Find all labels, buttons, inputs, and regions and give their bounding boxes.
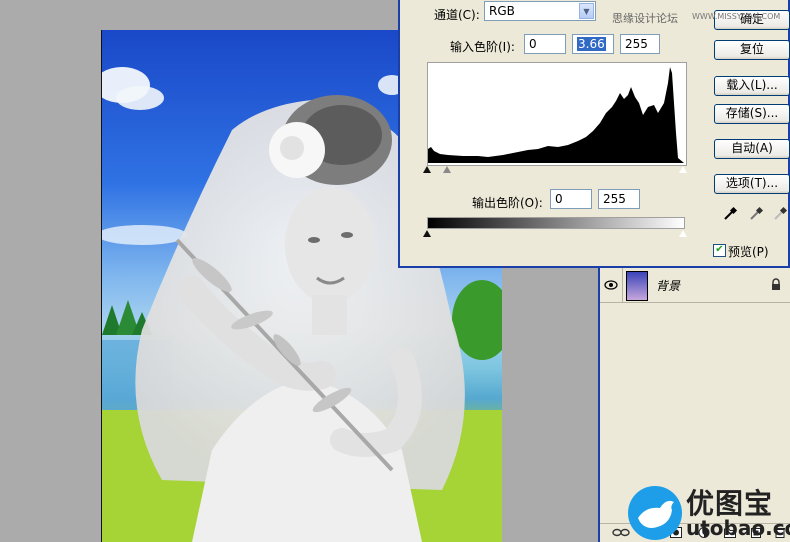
eye-icon [604, 280, 618, 290]
save-button[interactable]: 存储(S)... [714, 104, 790, 124]
white-eyedropper-icon[interactable] [772, 206, 788, 222]
input-white-field[interactable]: 255 [620, 34, 660, 54]
input-gamma-field[interactable]: 3.66 [572, 34, 614, 54]
brand-domain: utobao.com [686, 516, 790, 540]
input-black-slider[interactable] [423, 166, 431, 173]
channel-select[interactable]: RGB ▼ [484, 1, 596, 21]
auto-button[interactable]: 自动(A) [714, 139, 790, 159]
output-white-field[interactable]: 255 [598, 189, 640, 209]
output-black-slider[interactable] [423, 230, 431, 237]
channel-label: 通道(C): [434, 8, 480, 22]
black-eyedropper-icon[interactable] [722, 206, 738, 222]
bird-logo-icon [628, 486, 682, 540]
histogram-graph [428, 67, 684, 163]
utobao-watermark: 优图宝 utobao.com [626, 480, 790, 542]
gray-eyedropper-icon[interactable] [748, 206, 764, 222]
input-levels-label: 输入色阶(I): [450, 40, 515, 54]
output-black-value: 0 [555, 192, 563, 206]
output-gradient-bar [427, 217, 685, 229]
preview-label: 预览(P) [728, 245, 769, 259]
layer-name: 背景 [656, 279, 681, 293]
layer-row-background[interactable]: 背景 [600, 268, 790, 303]
input-white-slider[interactable] [679, 166, 687, 173]
chevron-down-icon[interactable]: ▼ [579, 3, 594, 19]
input-black-field[interactable]: 0 [524, 34, 566, 54]
output-white-value: 255 [603, 192, 626, 206]
channel-select-value: RGB [489, 4, 515, 18]
layer-thumbnail [626, 271, 648, 301]
preview-checkbox[interactable]: ✔ [713, 244, 726, 257]
options-button[interactable]: 选项(T)... [714, 174, 790, 194]
histogram [427, 62, 687, 166]
lock-icon [772, 278, 780, 290]
reset-button[interactable]: 复位 [714, 40, 790, 60]
output-levels-label: 输出色阶(O): [472, 196, 543, 210]
load-button[interactable]: 载入(L)... [714, 76, 790, 96]
output-black-field[interactable]: 0 [550, 189, 592, 209]
levels-dialog: 通道(C): RGB ▼ 输入色阶(I): 0 3.66 255 输出色阶(O)… [398, 0, 790, 268]
input-black-value: 0 [529, 37, 537, 51]
output-white-slider[interactable] [679, 230, 687, 237]
input-gamma-slider[interactable] [443, 166, 451, 173]
input-white-value: 255 [625, 37, 648, 51]
input-gamma-value: 3.66 [577, 37, 606, 51]
site-watermark: 思缘设计论坛 [612, 12, 678, 25]
layer-visibility-toggle[interactable] [600, 268, 623, 302]
site-url-watermark: WWW.MISSYUAN.COM [692, 12, 781, 21]
